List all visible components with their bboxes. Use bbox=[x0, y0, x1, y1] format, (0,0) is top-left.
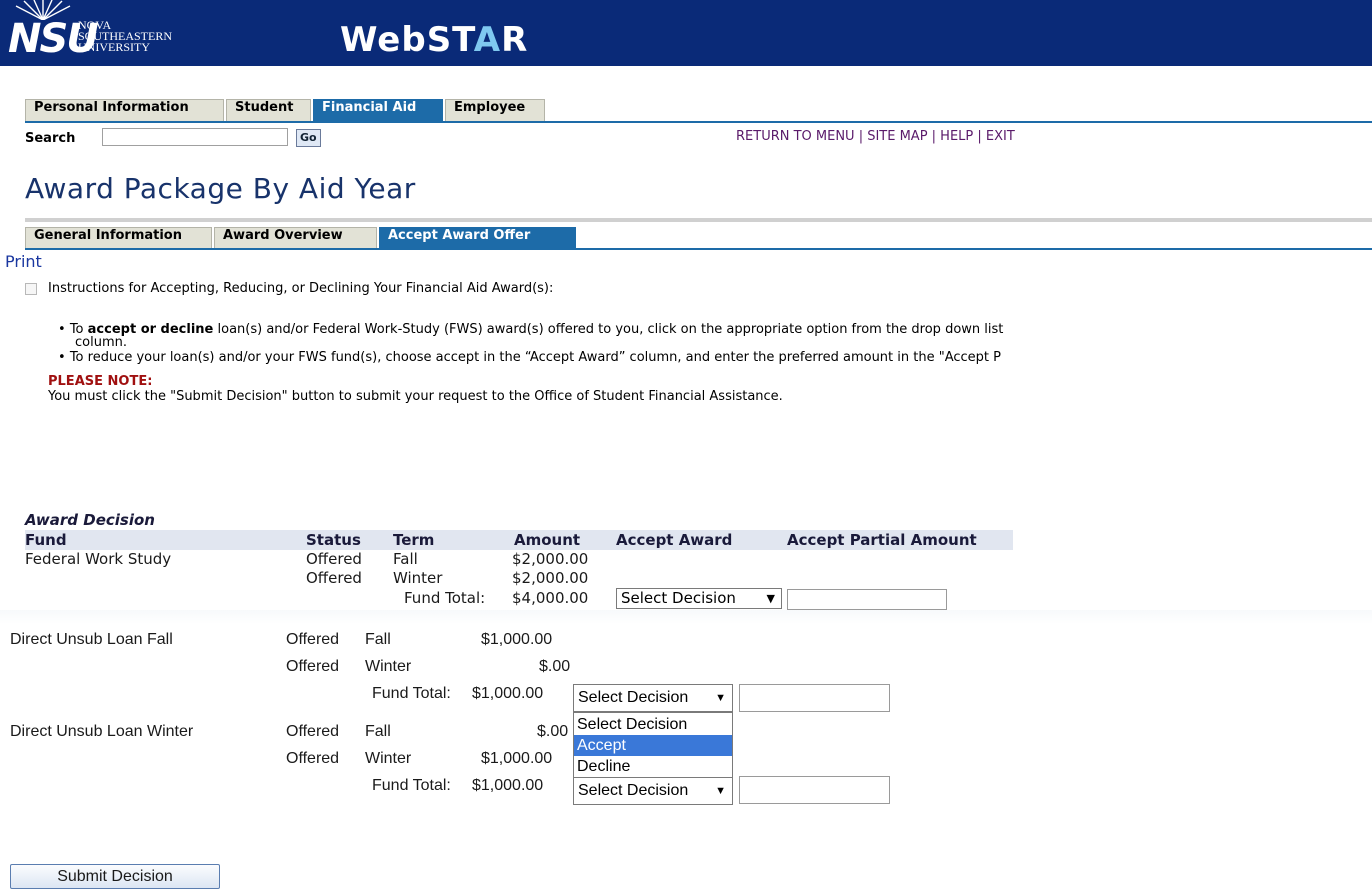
fund-total-label: Fund Total: bbox=[372, 685, 451, 702]
tab-general-information[interactable]: General Information bbox=[25, 227, 212, 249]
list-item: • To accept or decline loan(s) and/or Fe… bbox=[58, 322, 1004, 337]
fund-total-value: $1,000.00 bbox=[472, 777, 544, 794]
column-header-fund: Fund bbox=[25, 531, 67, 549]
print-link[interactable]: Print bbox=[5, 252, 42, 271]
dropdown-option-decline[interactable]: Decline bbox=[574, 756, 732, 777]
header-banner: NSU NOVA SOUTHEASTERN UNIVERSITY WebSTAR bbox=[0, 0, 1372, 66]
instructions-title: Instructions for Accepting, Reducing, or… bbox=[48, 281, 554, 296]
fund-name: Direct Unsub Loan Fall bbox=[10, 631, 173, 648]
dropdown-option-accept[interactable]: Accept bbox=[574, 735, 732, 756]
screenshot-seam bbox=[0, 610, 1372, 624]
accept-partial-amount-input[interactable] bbox=[739, 776, 890, 804]
tab-underline bbox=[25, 121, 1372, 123]
list-item: • To reduce your loan(s) and/or your FWS… bbox=[58, 350, 1001, 365]
term-cell: Winter bbox=[365, 658, 412, 675]
tab-award-overview[interactable]: Award Overview bbox=[214, 227, 377, 249]
term-cell: Winter bbox=[393, 569, 443, 587]
term-cell: Fall bbox=[365, 723, 391, 740]
fund-total-label: Fund Total: bbox=[372, 777, 451, 794]
amount-cell: $2,000.00 bbox=[512, 550, 589, 568]
top-nav-links[interactable]: RETURN TO MENU | SITE MAP | HELP | EXIT bbox=[736, 129, 1015, 144]
tab-accept-award-offer[interactable]: Accept Award Offer bbox=[379, 227, 576, 249]
accept-partial-amount-input[interactable] bbox=[787, 589, 947, 610]
decision-dropdown-list[interactable]: Select Decision Accept Decline bbox=[573, 712, 733, 778]
column-header-accept-partial-amount: Accept Partial Amount bbox=[787, 531, 977, 549]
amount-cell: $2,000.00 bbox=[512, 569, 589, 587]
please-note-label: PLEASE NOTE: bbox=[48, 374, 153, 389]
list-item-continued: column. bbox=[75, 335, 127, 350]
status-cell: Offered bbox=[306, 569, 362, 587]
term-cell: Fall bbox=[393, 550, 418, 568]
go-button[interactable]: Go bbox=[296, 129, 321, 147]
amount-cell: $.00 bbox=[537, 723, 569, 740]
webstar-logo: WebSTAR bbox=[340, 20, 529, 60]
amount-cell: $1,000.00 bbox=[481, 750, 553, 767]
accept-partial-amount-input[interactable] bbox=[739, 684, 890, 712]
fund-total-value: $1,000.00 bbox=[472, 685, 544, 702]
tab-employee[interactable]: Employee bbox=[445, 99, 545, 121]
search-input[interactable] bbox=[102, 128, 288, 146]
tab-financial-aid[interactable]: Financial Aid bbox=[313, 99, 443, 121]
sub-tab-bar: General Information Award Overview Accep… bbox=[25, 227, 1372, 249]
column-header-amount: Amount bbox=[514, 531, 581, 549]
chevron-down-icon: ▼ bbox=[715, 692, 726, 704]
status-cell: Offered bbox=[286, 723, 340, 740]
fund-name: Federal Work Study bbox=[25, 550, 172, 568]
submit-decision-button[interactable]: Submit Decision bbox=[10, 864, 220, 889]
amount-cell: $1,000.00 bbox=[481, 631, 553, 648]
fund-total-value: $4,000.00 bbox=[512, 589, 589, 607]
accept-award-select[interactable]: Select Decision ▼ bbox=[616, 588, 782, 609]
main-tab-bar: Personal Information Student Financial A… bbox=[25, 99, 1372, 121]
title-divider bbox=[25, 218, 1372, 222]
term-cell: Winter bbox=[365, 750, 412, 767]
subtab-underline bbox=[25, 248, 1372, 250]
column-header-term: Term bbox=[393, 531, 435, 549]
amount-cell: $.00 bbox=[539, 658, 571, 675]
column-header-status: Status bbox=[306, 531, 361, 549]
university-name: NOVA SOUTHEASTERN UNIVERSITY bbox=[78, 18, 173, 54]
status-cell: Offered bbox=[286, 631, 340, 648]
chevron-down-icon: ▼ bbox=[766, 592, 775, 605]
accept-award-select[interactable]: Select Decision ▼ bbox=[573, 684, 733, 712]
accept-award-select[interactable]: Select Decision ▼ bbox=[573, 777, 733, 805]
page-title: Award Package By Aid Year bbox=[25, 172, 416, 205]
fund-name: Direct Unsub Loan Winter bbox=[10, 723, 194, 740]
term-cell: Fall bbox=[365, 631, 391, 648]
search-label: Search bbox=[25, 131, 76, 146]
status-cell: Offered bbox=[286, 750, 340, 767]
award-decision-title: Award Decision bbox=[25, 511, 155, 529]
tab-personal-information[interactable]: Personal Information bbox=[25, 99, 224, 121]
column-header-accept-award: Accept Award bbox=[616, 531, 733, 549]
instructions-checkbox[interactable] bbox=[25, 283, 37, 295]
tab-student[interactable]: Student bbox=[226, 99, 311, 121]
please-note-text: You must click the "Submit Decision" but… bbox=[48, 389, 783, 404]
fund-total-label: Fund Total: bbox=[404, 589, 486, 607]
chevron-down-icon: ▼ bbox=[715, 785, 726, 797]
dropdown-option-select-decision[interactable]: Select Decision bbox=[574, 714, 732, 735]
status-cell: Offered bbox=[306, 550, 362, 568]
status-cell: Offered bbox=[286, 658, 340, 675]
